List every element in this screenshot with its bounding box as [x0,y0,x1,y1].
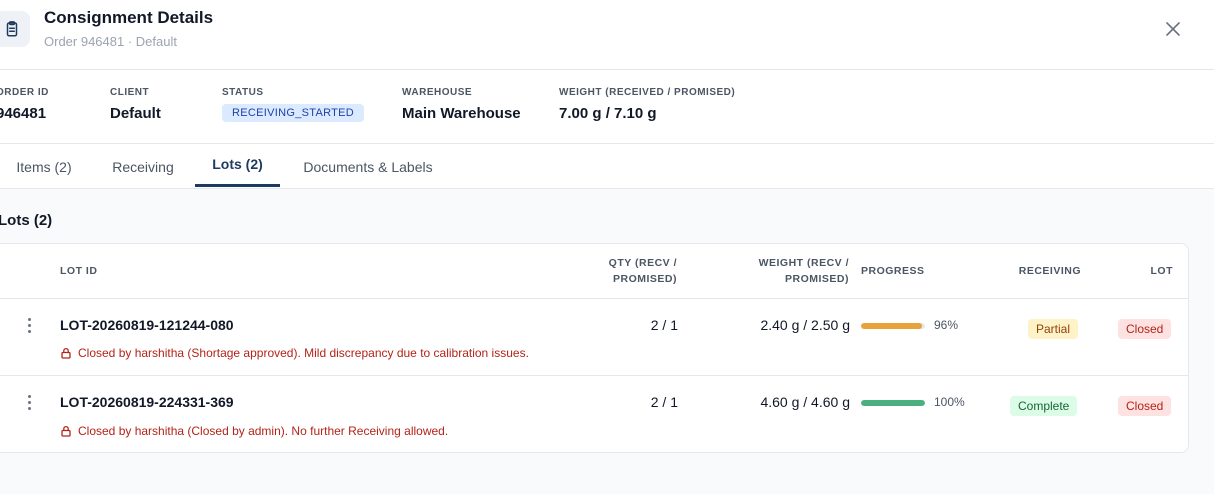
clipboard-icon [0,11,30,47]
lot-qty: 2 / 1 [650,317,678,333]
lot-id: LOT-20260819-121244-080 [60,317,234,333]
col-header-qty-line1: QTY (RECV / [608,257,677,269]
warehouse-field: WAREHOUSE Main Warehouse [402,87,521,122]
weight-label: WEIGHT (RECEIVED / PROMISED) [559,87,736,98]
lots-table: LOT ID QTY (RECV / PROMISED) WEIGHT (REC… [0,243,1189,453]
lot-id: LOT-20260819-224331-369 [60,394,234,410]
progress-percent: 96% [934,318,959,332]
order-id-value: 946481 [0,105,47,122]
col-header-lot: LOT [1150,265,1173,277]
tab-lots[interactable]: Lots (2) [195,144,280,187]
lot-status-badge: Closed [1118,396,1172,416]
status-field: STATUS RECEIVING_STARTED [222,87,365,122]
client-value: Default [110,105,161,122]
lots-panel: Lots (2) LOT ID QTY (RECV / PROMISED) WE… [0,189,1214,494]
status-label: STATUS [222,87,264,98]
weight-value: 7.00 g / 7.10 g [559,105,657,122]
warehouse-value: Main Warehouse [402,105,521,122]
lock-icon [61,425,71,437]
lot-closure-note-text: Closed by harshitha (Closed by admin). N… [78,424,449,438]
lot-qty: 2 / 1 [650,394,678,410]
col-header-receiving: RECEIVING [1018,265,1081,277]
modal-subtitle: Order 946481 · Default [44,34,177,49]
progress-percent: 100% [934,395,965,409]
receiving-status-badge: Complete [1010,396,1078,416]
col-header-lot-id: LOT ID [60,265,98,277]
weight-field: WEIGHT (RECEIVED / PROMISED) 7.00 g / 7.… [559,87,735,122]
section-title: Lots (2) [0,212,53,229]
progress-bar-fill [861,400,925,406]
order-summary: ORDER ID 946481 CLIENT Default STATUS RE… [0,70,1214,144]
row-divider [0,375,1188,376]
tab-items[interactable]: Items (2) [0,144,88,189]
close-button[interactable] [1161,17,1185,41]
client-field: CLIENT Default [110,87,161,122]
lot-weight: 4.60 g / 4.60 g [760,394,850,410]
tab-receiving[interactable]: Receiving [98,144,188,189]
col-header-progress: PROGRESS [861,265,925,277]
consignment-details-modal: Consignment Details Order 946481 · Defau… [0,0,1214,494]
modal-header: Consignment Details Order 946481 · Defau… [0,0,1214,70]
row-actions-kebab-icon[interactable] [21,315,37,335]
col-header-weight-line2: PROMISED) [784,273,849,285]
receiving-status-badge: Partial [1028,319,1079,339]
col-header-qty-line2: PROMISED) [612,273,677,285]
lot-closure-note: Closed by harshitha (Shortage approved).… [60,346,529,360]
tab-bar: Items (2) Receiving Lots (2) Documents &… [0,144,1214,189]
tab-documents-labels[interactable]: Documents & Labels [288,144,448,189]
order-id-field: ORDER ID 946481 [0,87,49,122]
table-header-divider [0,298,1188,299]
progress-bar-fill [861,323,923,329]
order-id-label: ORDER ID [0,87,49,98]
col-header-weight-line1: WEIGHT (RECV / [758,257,849,269]
progress-bar [861,400,925,406]
lot-closure-note: Closed by harshitha (Closed by admin). N… [60,424,448,438]
col-header-qty: QTY (RECV / PROMISED) [547,255,677,287]
client-label: CLIENT [110,87,150,98]
modal-title: Consignment Details [44,8,214,27]
close-icon [1166,22,1180,36]
row-actions-kebab-icon[interactable] [21,392,37,412]
status-badge: RECEIVING_STARTED [222,104,365,122]
lot-weight: 2.40 g / 2.50 g [760,317,850,333]
lock-icon [61,347,71,359]
col-header-weight: WEIGHT (RECV / PROMISED) [711,255,849,287]
progress-bar [861,323,925,329]
warehouse-label: WAREHOUSE [402,87,473,98]
lot-closure-note-text: Closed by harshitha (Shortage approved).… [78,346,529,360]
lot-status-badge: Closed [1118,319,1172,339]
